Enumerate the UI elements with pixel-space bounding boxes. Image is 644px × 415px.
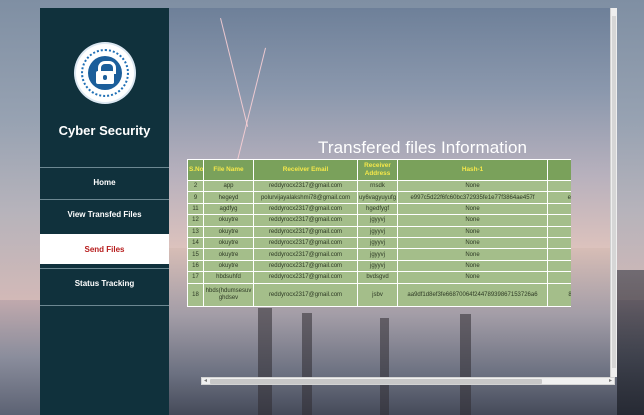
brand-title: Cyber Security xyxy=(58,123,151,138)
table-cell: 2 xyxy=(187,179,204,193)
table-header-row: S.No File Name Receiver Email Receiver A… xyxy=(187,159,571,181)
table-cell: hbds(hdumsesuvghdsev xyxy=(203,282,254,307)
table-cell: jgyyvj xyxy=(357,214,398,227)
sidebar: Cyber Security Home View Transfed Files … xyxy=(40,8,169,415)
files-table-container: S.No File Name Receiver Email Receiver A… xyxy=(187,159,571,345)
column-header-next xyxy=(547,159,571,181)
table-cell: hegeyd xyxy=(203,191,254,204)
vertical-scrollbar[interactable] xyxy=(610,8,617,377)
table-cell xyxy=(547,271,571,284)
horizontal-scrollbar[interactable]: ◂ ▸ xyxy=(201,377,615,385)
table-cell: hgedfygf xyxy=(357,202,398,216)
table-cell: reddyrocx2317@gmail.com xyxy=(253,179,358,193)
lock-shield-logo-icon xyxy=(76,44,134,102)
table-row: 13 okuytre reddyrocx2317@gmail.com jgyyv… xyxy=(187,225,571,238)
table-cell: okuytre xyxy=(203,248,254,261)
table-cell: hbdsuhfd xyxy=(203,271,254,284)
sidebar-item-status-tracking[interactable]: Status Tracking xyxy=(40,268,169,298)
table-cell xyxy=(547,225,571,238)
page-title: Transfered files Information xyxy=(318,138,528,157)
scroll-left-arrow-icon[interactable]: ◂ xyxy=(202,377,209,385)
sidebar-item-send-files[interactable]: Send Files xyxy=(40,234,169,264)
table-cell: None xyxy=(397,271,548,284)
column-header-hash-1: Hash-1 xyxy=(397,159,548,181)
scroll-right-arrow-icon[interactable]: ▸ xyxy=(607,377,614,385)
table-cell: jgyyvj xyxy=(357,236,398,250)
table-cell: reddyrocx2317@gmail.com xyxy=(253,282,358,307)
table-cell: reddyrocx2317@gmail.com xyxy=(253,271,358,284)
table-cell: aa9df1d8ef3fe66870064f24478939867153726a… xyxy=(397,282,548,307)
table-cell xyxy=(547,202,571,216)
table-cell: jgyyvj xyxy=(357,248,398,261)
table-cell: reddyrocx2317@gmail.com xyxy=(253,248,358,261)
table-row: 17 hbdsuhfd reddyrocx2317@gmail.com bvds… xyxy=(187,271,571,284)
table-row: 9 hegeyd polurvijayalakshmi78@gmail.com … xyxy=(187,191,571,204)
table-cell: reddyrocx2317@gmail.com xyxy=(253,259,358,273)
table-cell: okuytre xyxy=(203,225,254,238)
table-cell: uy6vagyuyufg xyxy=(357,191,398,204)
table-cell: okuytre xyxy=(203,236,254,250)
table-row: 2 app reddyrocx2317@gmail.com rnsdk None xyxy=(187,179,571,193)
column-header-file-name: File Name xyxy=(203,159,254,181)
table-cell: jsbv xyxy=(357,282,398,307)
table-cell xyxy=(547,179,571,193)
table-cell: None xyxy=(397,248,548,261)
table-cell xyxy=(547,259,571,273)
table-cell: 11 xyxy=(187,202,204,216)
table-cell: reddyrocx2317@gmail.com xyxy=(253,202,358,216)
table-cell: None xyxy=(397,202,548,216)
table-cell xyxy=(547,214,571,227)
table-cell: okuytre xyxy=(203,214,254,227)
table-row: 11 agdfyg reddyrocx2317@gmail.com hgedfy… xyxy=(187,202,571,216)
table-cell: None xyxy=(397,236,548,250)
table-cell: None xyxy=(397,225,548,238)
table-cell: rnsdk xyxy=(357,179,398,193)
table-cell: jgyyvj xyxy=(357,259,398,273)
table-cell: e05ec5 xyxy=(547,191,571,204)
horizontal-scroll-thumb[interactable] xyxy=(210,379,542,384)
table-cell: okuytre xyxy=(203,259,254,273)
table-cell: 14 xyxy=(187,236,204,250)
table-cell: reddyrocx2317@gmail.com xyxy=(253,214,358,227)
table-cell: 15 xyxy=(187,248,204,261)
table-row: 14 okuytre reddyrocx2317@gmail.com jgyyv… xyxy=(187,236,571,250)
table-cell: reddyrocx2317@gmail.com xyxy=(253,225,358,238)
column-header-sno: S.No xyxy=(187,159,204,181)
table-cell: 12 xyxy=(187,214,204,227)
table-cell: 18 xyxy=(187,282,204,307)
table-cell: agdfyg xyxy=(203,202,254,216)
table-row: 15 okuytre reddyrocx2317@gmail.com jgyyv… xyxy=(187,248,571,261)
table-cell: jgyyvj xyxy=(357,225,398,238)
column-header-receiver-address: Receiver Address xyxy=(357,159,398,181)
table-cell: bvdsgvd xyxy=(357,271,398,284)
table-cell xyxy=(547,248,571,261)
table-cell: 17 xyxy=(187,271,204,284)
table-cell: 9 xyxy=(187,191,204,204)
table-row: 12 okuytre reddyrocx2317@gmail.com jgyyv… xyxy=(187,214,571,227)
table-cell: 8f7b77 xyxy=(547,282,571,307)
table-cell: 13 xyxy=(187,225,204,238)
transferred-files-table: S.No File Name Receiver Email Receiver A… xyxy=(187,159,571,307)
table-row: 18 hbds(hdumsesuvghdsev reddyrocx2317@gm… xyxy=(187,282,571,307)
table-cell: app xyxy=(203,179,254,193)
vertical-scroll-thumb[interactable] xyxy=(612,16,616,368)
table-cell: e997c5d22f6fc60bc372935fe1e77f3864ae457f xyxy=(397,191,548,204)
sidebar-item-view-transfed-files[interactable]: View Transfed Files xyxy=(40,199,169,229)
table-cell: polurvijayalakshmi78@gmail.com xyxy=(253,191,358,204)
table-cell: 16 xyxy=(187,259,204,273)
table-cell: None xyxy=(397,179,548,193)
table-cell: None xyxy=(397,259,548,273)
table-row: 16 okuytre reddyrocx2317@gmail.com jgyyv… xyxy=(187,259,571,273)
column-header-receiver-email: Receiver Email xyxy=(253,159,358,181)
table-cell: reddyrocx2317@gmail.com xyxy=(253,236,358,250)
table-cell: None xyxy=(397,214,548,227)
table-cell xyxy=(547,236,571,250)
sidebar-item-home[interactable]: Home xyxy=(40,167,169,197)
